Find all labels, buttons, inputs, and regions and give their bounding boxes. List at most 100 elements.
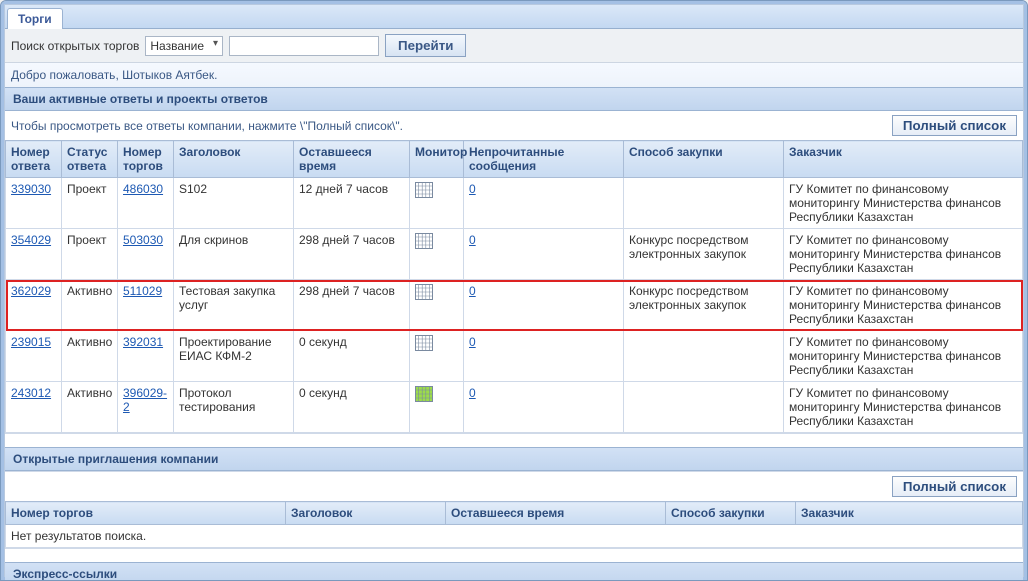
col-monitor[interactable]: Монитор (410, 141, 464, 178)
cell-customer: ГУ Комитет по финансовому мониторингу Ми… (784, 229, 1023, 280)
col-remaining[interactable]: Оставшееся время (294, 141, 410, 178)
search-field-select[interactable]: Название (145, 36, 223, 56)
cell-resp-num: 339030 (6, 178, 62, 229)
cell-remaining: 12 дней 7 часов (294, 178, 410, 229)
cell-method: Конкурс посредством электронных закупок (624, 229, 784, 280)
monitor-grid-icon[interactable] (415, 386, 433, 402)
col-resp-num[interactable]: Номер ответа (6, 141, 62, 178)
response-link[interactable]: 243012 (11, 386, 51, 400)
welcome-text: Добро пожаловать, Шотыков Аятбек. (5, 63, 1023, 87)
unread-link[interactable]: 0 (469, 284, 476, 298)
cell-resp-num: 362029 (6, 280, 62, 331)
bid-link[interactable]: 511029 (123, 284, 162, 298)
table-row: 354029 Проект 503030 Для скринов298 дней 7 … (6, 229, 1023, 280)
cell-remaining: 298 дней 7 часов (294, 280, 410, 331)
window-frame: Торги Поиск открытых торгов Название Пер… (0, 0, 1028, 581)
search-bar: Поиск открытых торгов Название Перейти (5, 29, 1023, 63)
cell-monitor (410, 331, 464, 382)
response-link[interactable]: 354029 (11, 233, 51, 247)
search-go-button[interactable]: Перейти (385, 34, 466, 57)
cell-method: Конкурс посредством электронных закупок (624, 280, 784, 331)
col-bid-num[interactable]: Номер торгов (118, 141, 174, 178)
col-customer[interactable]: Заказчик (784, 141, 1023, 178)
cell-resp-status: Активно (62, 382, 118, 433)
col-title[interactable]: Заголовок (174, 141, 294, 178)
response-link[interactable]: 339030 (11, 182, 51, 196)
bid-link[interactable]: 486030 (123, 182, 163, 196)
responses-table: Номер ответа Статус ответа Номер торгов … (5, 140, 1023, 433)
cell-bid-num: 486030 (118, 178, 174, 229)
cell-unread: 0 (464, 280, 624, 331)
section-quicklinks-header: Экспресс-ссылки (5, 562, 1023, 581)
cell-customer: ГУ Комитет по финансовому мониторингу Ми… (784, 382, 1023, 433)
cell-unread: 0 (464, 331, 624, 382)
invites-no-results-row: Нет результатов поиска. (6, 525, 1023, 548)
responses-header-row: Номер ответа Статус ответа Номер торгов … (6, 141, 1023, 178)
cell-title: Проектирование ЕИАС КФМ-2 (174, 331, 294, 382)
cell-resp-status: Проект (62, 178, 118, 229)
cell-resp-num: 243012 (6, 382, 62, 433)
responses-full-list-button[interactable]: Полный список (892, 115, 1017, 136)
cell-remaining: 0 секунд (294, 382, 410, 433)
unread-link[interactable]: 0 (469, 335, 476, 349)
section-responses-header: Ваши активные ответы и проекты ответов (5, 87, 1023, 111)
invites-toolbar: Полный список (5, 471, 1023, 501)
bid-link[interactable]: 503030 (123, 233, 163, 247)
response-link[interactable]: 239015 (11, 335, 51, 349)
cell-resp-status: Активно (62, 331, 118, 382)
col-unread[interactable]: Непрочитанные сообщения (464, 141, 624, 178)
col2-remaining[interactable]: Оставшееся время (446, 502, 666, 525)
col2-bid-num[interactable]: Номер торгов (6, 502, 286, 525)
search-label: Поиск открытых торгов (11, 39, 139, 53)
section-invites-header: Открытые приглашения компании (5, 447, 1023, 471)
invites-table: Номер торгов Заголовок Оставшееся время … (5, 501, 1023, 548)
cell-title: Для скринов (174, 229, 294, 280)
cell-method (624, 178, 784, 229)
cell-unread: 0 (464, 178, 624, 229)
cell-resp-status: Активно (62, 280, 118, 331)
cell-resp-num: 239015 (6, 331, 62, 382)
cell-title: Протокол тестирования (174, 382, 294, 433)
responses-hint: Чтобы просмотреть все ответы компании, н… (11, 119, 403, 133)
cell-bid-num: 396029-2 (118, 382, 174, 433)
response-link[interactable]: 362029 (11, 284, 51, 298)
unread-link[interactable]: 0 (469, 182, 476, 196)
cell-method (624, 382, 784, 433)
monitor-grid-icon[interactable] (415, 182, 433, 198)
cell-title: Тестовая закупка услуг (174, 280, 294, 331)
unread-link[interactable]: 0 (469, 386, 476, 400)
cell-resp-num: 354029 (6, 229, 62, 280)
monitor-grid-icon[interactable] (415, 284, 433, 300)
cell-bid-num: 511029 (118, 280, 174, 331)
monitor-grid-icon[interactable] (415, 335, 433, 351)
search-input[interactable] (229, 36, 379, 56)
cell-unread: 0 (464, 229, 624, 280)
cell-resp-status: Проект (62, 229, 118, 280)
cell-method (624, 331, 784, 382)
cell-bid-num: 392031 (118, 331, 174, 382)
cell-monitor (410, 280, 464, 331)
cell-unread: 0 (464, 382, 624, 433)
cell-customer: ГУ Комитет по финансовому мониторингу Ми… (784, 178, 1023, 229)
cell-title: S102 (174, 178, 294, 229)
col2-customer[interactable]: Заказчик (796, 502, 1023, 525)
unread-link[interactable]: 0 (469, 233, 476, 247)
table-row: 339030 Проект 486030 S10212 дней 7 часов 0 ГУ… (6, 178, 1023, 229)
col2-method[interactable]: Способ закупки (666, 502, 796, 525)
table-row: 239015 Активно 392031 Проектирование ЕИАС К… (6, 331, 1023, 382)
cell-remaining: 0 секунд (294, 331, 410, 382)
invites-full-list-button[interactable]: Полный список (892, 476, 1017, 497)
table-row: 362029 Активно 511029 Тестовая закупка услу… (6, 280, 1023, 331)
cell-remaining: 298 дней 7 часов (294, 229, 410, 280)
monitor-grid-icon[interactable] (415, 233, 433, 249)
tab-trades[interactable]: Торги (7, 8, 63, 29)
cell-monitor (410, 178, 464, 229)
bid-link[interactable]: 392031 (123, 335, 163, 349)
col-resp-status[interactable]: Статус ответа (62, 141, 118, 178)
cell-monitor (410, 382, 464, 433)
cell-customer: ГУ Комитет по финансовому мониторингу Ми… (784, 331, 1023, 382)
col2-title[interactable]: Заголовок (286, 502, 446, 525)
bid-link[interactable]: 396029-2 (123, 386, 167, 414)
responses-hint-row: Чтобы просмотреть все ответы компании, н… (5, 111, 1023, 140)
col-method[interactable]: Способ закупки (624, 141, 784, 178)
